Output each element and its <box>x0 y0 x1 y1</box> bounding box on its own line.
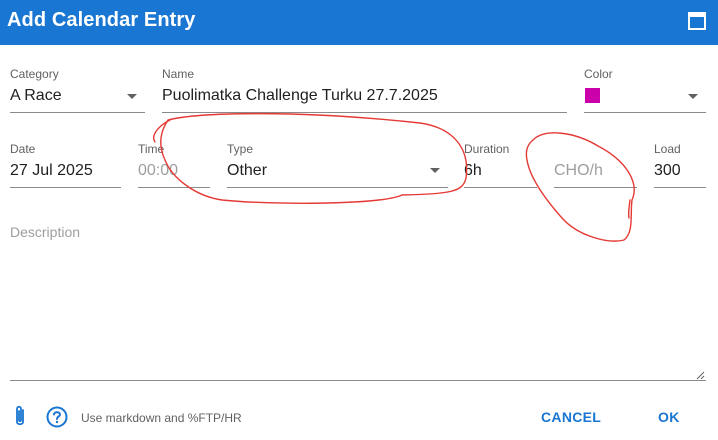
time-label: Time <box>138 142 165 156</box>
paperclip-icon[interactable] <box>12 404 28 428</box>
description-placeholder: Description <box>10 224 81 240</box>
dialog-header: Add Calendar Entry <box>0 0 718 45</box>
color-label: Color <box>584 67 613 81</box>
cancel-button[interactable]: CANCEL <box>541 409 601 425</box>
load-underline <box>654 187 706 188</box>
date-underline <box>10 187 121 188</box>
duration-label: Duration <box>464 142 510 156</box>
date-label: Date <box>10 142 36 156</box>
category-value[interactable]: A Race <box>10 87 62 105</box>
time-underline <box>138 187 210 188</box>
chevron-down-icon[interactable] <box>688 94 698 99</box>
markdown-hint: Use markdown and %FTP/HR <box>81 411 242 425</box>
color-swatch[interactable] <box>585 88 600 103</box>
name-input[interactable]: Puolimatka Challenge Turku 27.7.2025 <box>162 87 438 105</box>
help-circle-icon[interactable] <box>46 406 68 428</box>
type-value[interactable]: Other <box>227 162 267 180</box>
category-underline <box>10 112 145 113</box>
load-input[interactable]: 300 <box>654 162 681 180</box>
duration-underline <box>464 187 537 188</box>
cho-input[interactable]: CHO/h <box>554 162 603 180</box>
load-label: Load <box>654 142 681 156</box>
type-label: Type <box>227 142 254 156</box>
name-label: Name <box>162 67 195 81</box>
name-underline <box>162 112 567 113</box>
description-underline <box>10 380 706 381</box>
chevron-down-icon[interactable] <box>430 168 440 173</box>
dialog-title: Add Calendar Entry <box>7 9 196 31</box>
ok-button[interactable]: OK <box>658 409 680 425</box>
category-label: Category <box>10 67 59 81</box>
time-input[interactable]: 00:00 <box>138 162 178 180</box>
duration-input[interactable]: 6h <box>464 162 482 180</box>
maximize-icon[interactable] <box>688 12 706 30</box>
date-input[interactable]: 27 Jul 2025 <box>10 162 93 180</box>
red-annotation-marks <box>153 112 635 242</box>
type-underline <box>227 187 448 188</box>
chevron-down-icon[interactable] <box>127 94 137 99</box>
cho-underline <box>554 187 637 188</box>
color-underline <box>584 112 706 113</box>
resize-handle-icon[interactable] <box>696 371 705 380</box>
